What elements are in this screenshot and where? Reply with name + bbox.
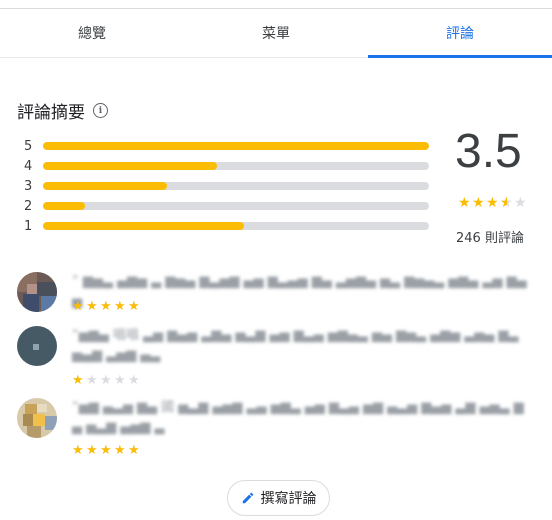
star-icon: ★ <box>500 196 513 210</box>
star-icon: ★ <box>100 299 112 314</box>
rating-row-4[interactable]: 4 <box>24 156 430 176</box>
write-review-button[interactable]: 撰寫評論 <box>227 480 330 516</box>
star-icon: ★ <box>86 299 98 314</box>
tab-overview[interactable]: 總覽 <box>0 9 184 57</box>
star-icon: ★ <box>472 195 485 211</box>
review-text: “▅▆▄ 唱唱 ▃▅ ▆▄▅ ▃▆▄ ▅▃▆ ▄▅ ▆▃▄ ▅▆▄▃ ▅▄ ▆▅… <box>72 328 519 363</box>
review-stars: ★ ★ ★ ★ ★ <box>72 374 141 387</box>
star-icon: ★ <box>72 299 84 314</box>
review-count[interactable]: 246 則評論 <box>456 227 524 246</box>
tab-reviews[interactable]: 評論 <box>368 9 552 58</box>
star-icon: ★ <box>114 373 126 388</box>
star-icon: ★ <box>114 443 126 458</box>
rating-bar-fill <box>43 222 244 230</box>
rating-row-1[interactable]: 1 <box>24 216 430 236</box>
rating-bar-fill <box>43 182 167 190</box>
avatar[interactable] <box>17 272 57 312</box>
rating-bar-fill <box>43 162 217 170</box>
rating-label: 2 <box>24 198 33 214</box>
pencil-icon <box>242 492 253 504</box>
rating-label: 1 <box>24 218 33 234</box>
star-icon: ★ <box>72 443 84 458</box>
rating-label: 5 <box>24 138 33 154</box>
star-icon: ★ <box>86 443 98 458</box>
review-text: “ ▆▅▃ ▄▆▅ ▃ ▆▅▄ ▆▃▅▆ ▄▅ ▆▃▄▅ ▆▄ ▃▅▆▄ ▅▃ … <box>72 274 527 309</box>
rating-bar-track <box>43 202 429 210</box>
review-summary-title: 評論摘要 <box>17 103 85 123</box>
rating-bar-fill <box>43 202 86 210</box>
write-review-label: 撰寫評論 <box>260 491 317 507</box>
star-icon: ★ <box>128 443 140 458</box>
tab-menu[interactable]: 菜單 <box>184 9 368 57</box>
rating-row-5[interactable]: 5 <box>24 136 430 156</box>
rating-distribution: 5 4 3 2 1 <box>24 136 430 236</box>
rating-label: 4 <box>24 158 33 174</box>
review-text: “▅▆ ▄▃▅ ▆▄ 國 ▅▃▆ ▄▅▆ ▃▄ ▅▆▃ ▄▅ ▆▃▄ ▅▆ ▄▃… <box>72 400 524 435</box>
average-stars: ★ ★ ★ ★ ★ <box>458 196 527 210</box>
review-stars: ★ ★ ★ ★ ★ <box>72 444 141 457</box>
rating-bar-track <box>43 162 429 170</box>
star-icon: ★ <box>72 373 84 388</box>
review-summary-header: 評論摘要 i <box>17 98 108 123</box>
rating-bar-fill <box>43 142 429 150</box>
star-icon: ★ <box>100 443 112 458</box>
tab-bar: 總覽 菜單 評論 <box>0 9 552 58</box>
avatar[interactable] <box>17 326 57 366</box>
star-icon: ★ <box>486 195 499 211</box>
star-icon: ★ <box>86 373 98 388</box>
star-icon: ★ <box>458 195 471 211</box>
star-icon: ★ <box>128 299 140 314</box>
star-icon: ★ <box>114 299 126 314</box>
average-rating: 3.5 <box>455 125 522 178</box>
rating-label: 3 <box>24 178 33 194</box>
info-icon[interactable]: i <box>93 103 108 118</box>
rating-row-3[interactable]: 3 <box>24 176 430 196</box>
star-icon: ★ <box>128 373 140 388</box>
rating-bar-track <box>43 142 429 150</box>
review-stars: ★ ★ ★ ★ ★ <box>72 300 141 313</box>
star-icon: ★ <box>100 373 112 388</box>
rating-bar-track <box>43 182 429 190</box>
rating-row-2[interactable]: 2 <box>24 196 430 216</box>
star-icon: ★ <box>514 195 527 211</box>
avatar[interactable] <box>17 398 57 438</box>
rating-bar-track <box>43 222 429 230</box>
